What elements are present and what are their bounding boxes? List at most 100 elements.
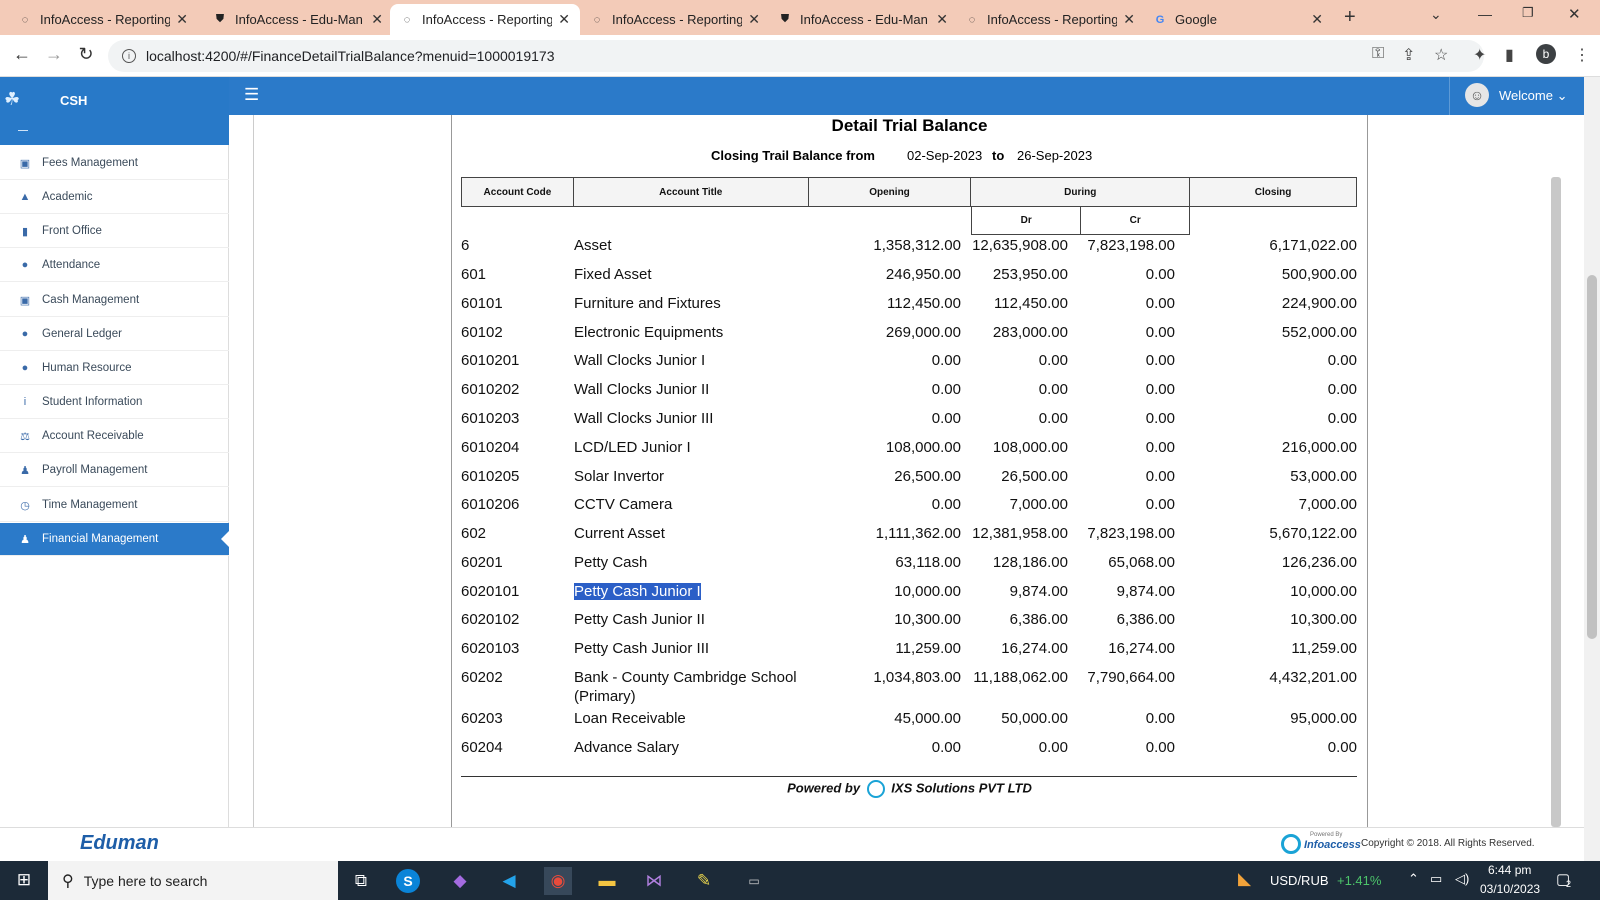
footer-powered-by: Powered By — [1310, 832, 1343, 838]
new-tab-button[interactable]: + — [1344, 6, 1356, 29]
close-tab-icon[interactable]: ✕ — [558, 11, 570, 28]
sidebar-item-account-receivable[interactable]: ⚖ Account Receivable — [0, 420, 229, 453]
close-tab-icon[interactable]: ✕ — [371, 11, 383, 28]
minimize-window-button[interactable]: — — [1478, 6, 1492, 22]
sidebar-item-label: Academic — [42, 191, 93, 203]
cr-cell: 0.00 — [1145, 496, 1175, 513]
close-window-button[interactable]: ✕ — [1568, 5, 1581, 23]
table-row: 6010204 LCD/LED Junior I 108,000.00 108,000… — [461, 439, 1357, 459]
welcome-menu[interactable]: Welcome ⌄ — [1499, 88, 1567, 104]
browser-tab[interactable]: ⛊ InfoAccess - Edu-Man ✕ — [203, 4, 393, 35]
close-tab-icon[interactable]: ✕ — [748, 11, 760, 28]
sidebar-item-payroll-management[interactable]: ♟ Payroll Management — [0, 454, 229, 487]
sidebar-item-human-resource[interactable]: ● Human Resource — [0, 352, 229, 385]
table-row: 60201 Petty Cash 63,118.00 128,186.00 65,068… — [461, 554, 1357, 574]
close-tab-icon[interactable]: ✕ — [1311, 11, 1323, 28]
key-icon[interactable]: ⚿ — [1372, 45, 1384, 63]
terminal-icon[interactable]: ▭ — [740, 867, 768, 895]
dr-cell: 12,381,958.00 — [972, 525, 1068, 542]
sidebar-item-cash-management[interactable]: ▣ Cash Management — [0, 284, 229, 317]
tab-title: InfoAccess - Reporting — [987, 12, 1118, 27]
sidebar-item-front-office[interactable]: ▮ Front Office — [0, 215, 229, 248]
account-title-cell-line2: (Primary) — [574, 688, 636, 705]
sidebar-item-student-information[interactable]: i Student Information — [0, 386, 229, 419]
extensions-puzzle-icon[interactable]: ✦ — [1473, 45, 1486, 65]
share-icon[interactable]: ⇪ — [1402, 45, 1415, 65]
back-arrow-icon[interactable]: ← — [10, 44, 34, 65]
ixs-logo-icon — [866, 780, 885, 798]
content-scrollbar[interactable] — [1551, 177, 1561, 827]
sidebar-item-attendance[interactable]: ● Attendance — [0, 249, 229, 282]
dr-cell: 26,500.00 — [1001, 468, 1068, 485]
browser-tab[interactable]: ◌ InfoAccess - Reporting ✕ — [580, 4, 770, 35]
windows-taskbar: ⊞ ⚲ Type here to search ⧉ S ◆ ◀ ◉ ▬ ⋈ ✎ … — [0, 861, 1600, 900]
report-header-table: Account Code Account Title Opening Durin… — [461, 177, 1357, 207]
cr-cell: 0.00 — [1145, 410, 1175, 427]
chevron-up-icon[interactable]: ⌃ — [1408, 871, 1419, 887]
side-panel-icon[interactable]: ▮ — [1505, 45, 1514, 65]
cr-cell: 16,274.00 — [1108, 640, 1175, 657]
account-title-cell: Current Asset — [574, 525, 665, 542]
user-avatar[interactable]: ☺ — [1465, 83, 1489, 107]
skype-icon[interactable]: S — [396, 869, 420, 893]
account-title-cell: Wall Clocks Junior II — [574, 381, 710, 398]
close-tab-icon[interactable]: ✕ — [936, 11, 948, 28]
sidebar-item-label: Payroll Management — [42, 464, 148, 476]
bookmark-star-icon[interactable]: ☆ — [1434, 45, 1448, 65]
dr-cell: 16,274.00 — [1001, 640, 1068, 657]
search-icon: ⚲ — [62, 872, 74, 890]
tab-title: InfoAccess - Reporting — [612, 12, 743, 27]
account-title-cell: Loan Receivable — [574, 710, 686, 727]
account-title-cell: Petty Cash — [574, 554, 648, 571]
forward-arrow-icon[interactable]: → — [42, 44, 66, 65]
windows-start-icon[interactable]: ⊞ — [10, 866, 38, 894]
chrome-icon[interactable]: ◉ — [544, 867, 572, 895]
browser-menu-icon[interactable]: ⋮ — [1574, 45, 1590, 65]
page-scrollbar-thumb[interactable] — [1587, 275, 1597, 639]
visual-studio-purple-icon[interactable]: ◆ — [446, 867, 474, 895]
sidebar-item-time-management[interactable]: ◷ Time Management — [0, 489, 229, 522]
infoaccess-logo-icon — [1281, 834, 1301, 854]
browser-tab[interactable]: ⛊ InfoAccess - Edu-Man ✕ — [768, 4, 958, 35]
sidebar-item-academic[interactable]: ▲ Academic — [0, 181, 229, 214]
powered-by-label: Powered by — [787, 780, 861, 796]
account-title-cell: CCTV Camera — [574, 496, 673, 513]
profile-avatar[interactable]: b — [1536, 44, 1556, 64]
address-bar[interactable]: i localhost:4200/#/FinanceDetailTrialBal… — [108, 40, 1484, 72]
ticker-symbol[interactable]: USD/RUB — [1270, 873, 1329, 888]
clock-date[interactable]: 03/10/2023 — [1480, 882, 1540, 896]
sidebar-item-general-ledger[interactable]: ● General Ledger — [0, 318, 229, 351]
hamburger-menu-icon[interactable]: ☰ — [244, 85, 259, 105]
site-info-icon[interactable]: i — [122, 49, 136, 63]
sidebar-item-financial-management[interactable]: ♟ Financial Management — [0, 523, 229, 556]
network-icon[interactable]: ▭ — [1430, 871, 1442, 887]
clock-time[interactable]: 6:44 pm — [1488, 863, 1531, 877]
volume-icon[interactable]: ◁) — [1455, 871, 1469, 887]
sidebar-item-label: Fees Management — [42, 157, 138, 169]
file-explorer-icon[interactable]: ▬ — [593, 867, 621, 895]
closing-cell: 10,000.00 — [1290, 583, 1357, 600]
browser-tab[interactable]: ◌ InfoAccess - Reporting ✕ — [8, 4, 198, 35]
closing-cell: 95,000.00 — [1290, 710, 1357, 727]
restore-window-button[interactable]: ❐ — [1522, 5, 1534, 21]
vscode-icon[interactable]: ◀ — [495, 867, 523, 895]
tool-app-icon[interactable]: ✎ — [690, 867, 718, 895]
close-tab-icon[interactable]: ✕ — [176, 11, 188, 28]
tab-search-chevron-icon[interactable]: ⌄ — [1430, 6, 1442, 23]
account-code-cell: 60201 — [461, 554, 503, 571]
task-view-icon[interactable]: ⧉ — [347, 867, 375, 895]
account-title-cell: Advance Salary — [574, 739, 680, 756]
taskbar-search-box[interactable]: ⚲ Type here to search — [48, 861, 338, 900]
dr-cell: 0.00 — [1038, 410, 1068, 427]
sidebar-item-fees-management[interactable]: ▣ Fees Management — [0, 147, 229, 180]
browser-tab[interactable]: ◌ InfoAccess - Reporting ✕ — [955, 4, 1145, 35]
close-tab-icon[interactable]: ✕ — [1123, 11, 1135, 28]
app-top-bar: ☰ ☺ Welcome ⌄ — [229, 77, 1584, 115]
visual-studio-icon[interactable]: ⋈ — [640, 867, 668, 895]
browser-tab-active[interactable]: ◌ InfoAccess - Reporting ✕ — [390, 4, 580, 35]
account-code-cell: 6010202 — [461, 381, 520, 398]
browser-tab[interactable]: G Google ✕ — [1143, 4, 1333, 35]
reload-icon[interactable]: ↻ — [74, 44, 98, 65]
table-row: 6020103 Petty Cash Junior III 11,259.00 16,… — [461, 640, 1357, 660]
dr-cell: 12,635,908.00 — [972, 237, 1068, 254]
